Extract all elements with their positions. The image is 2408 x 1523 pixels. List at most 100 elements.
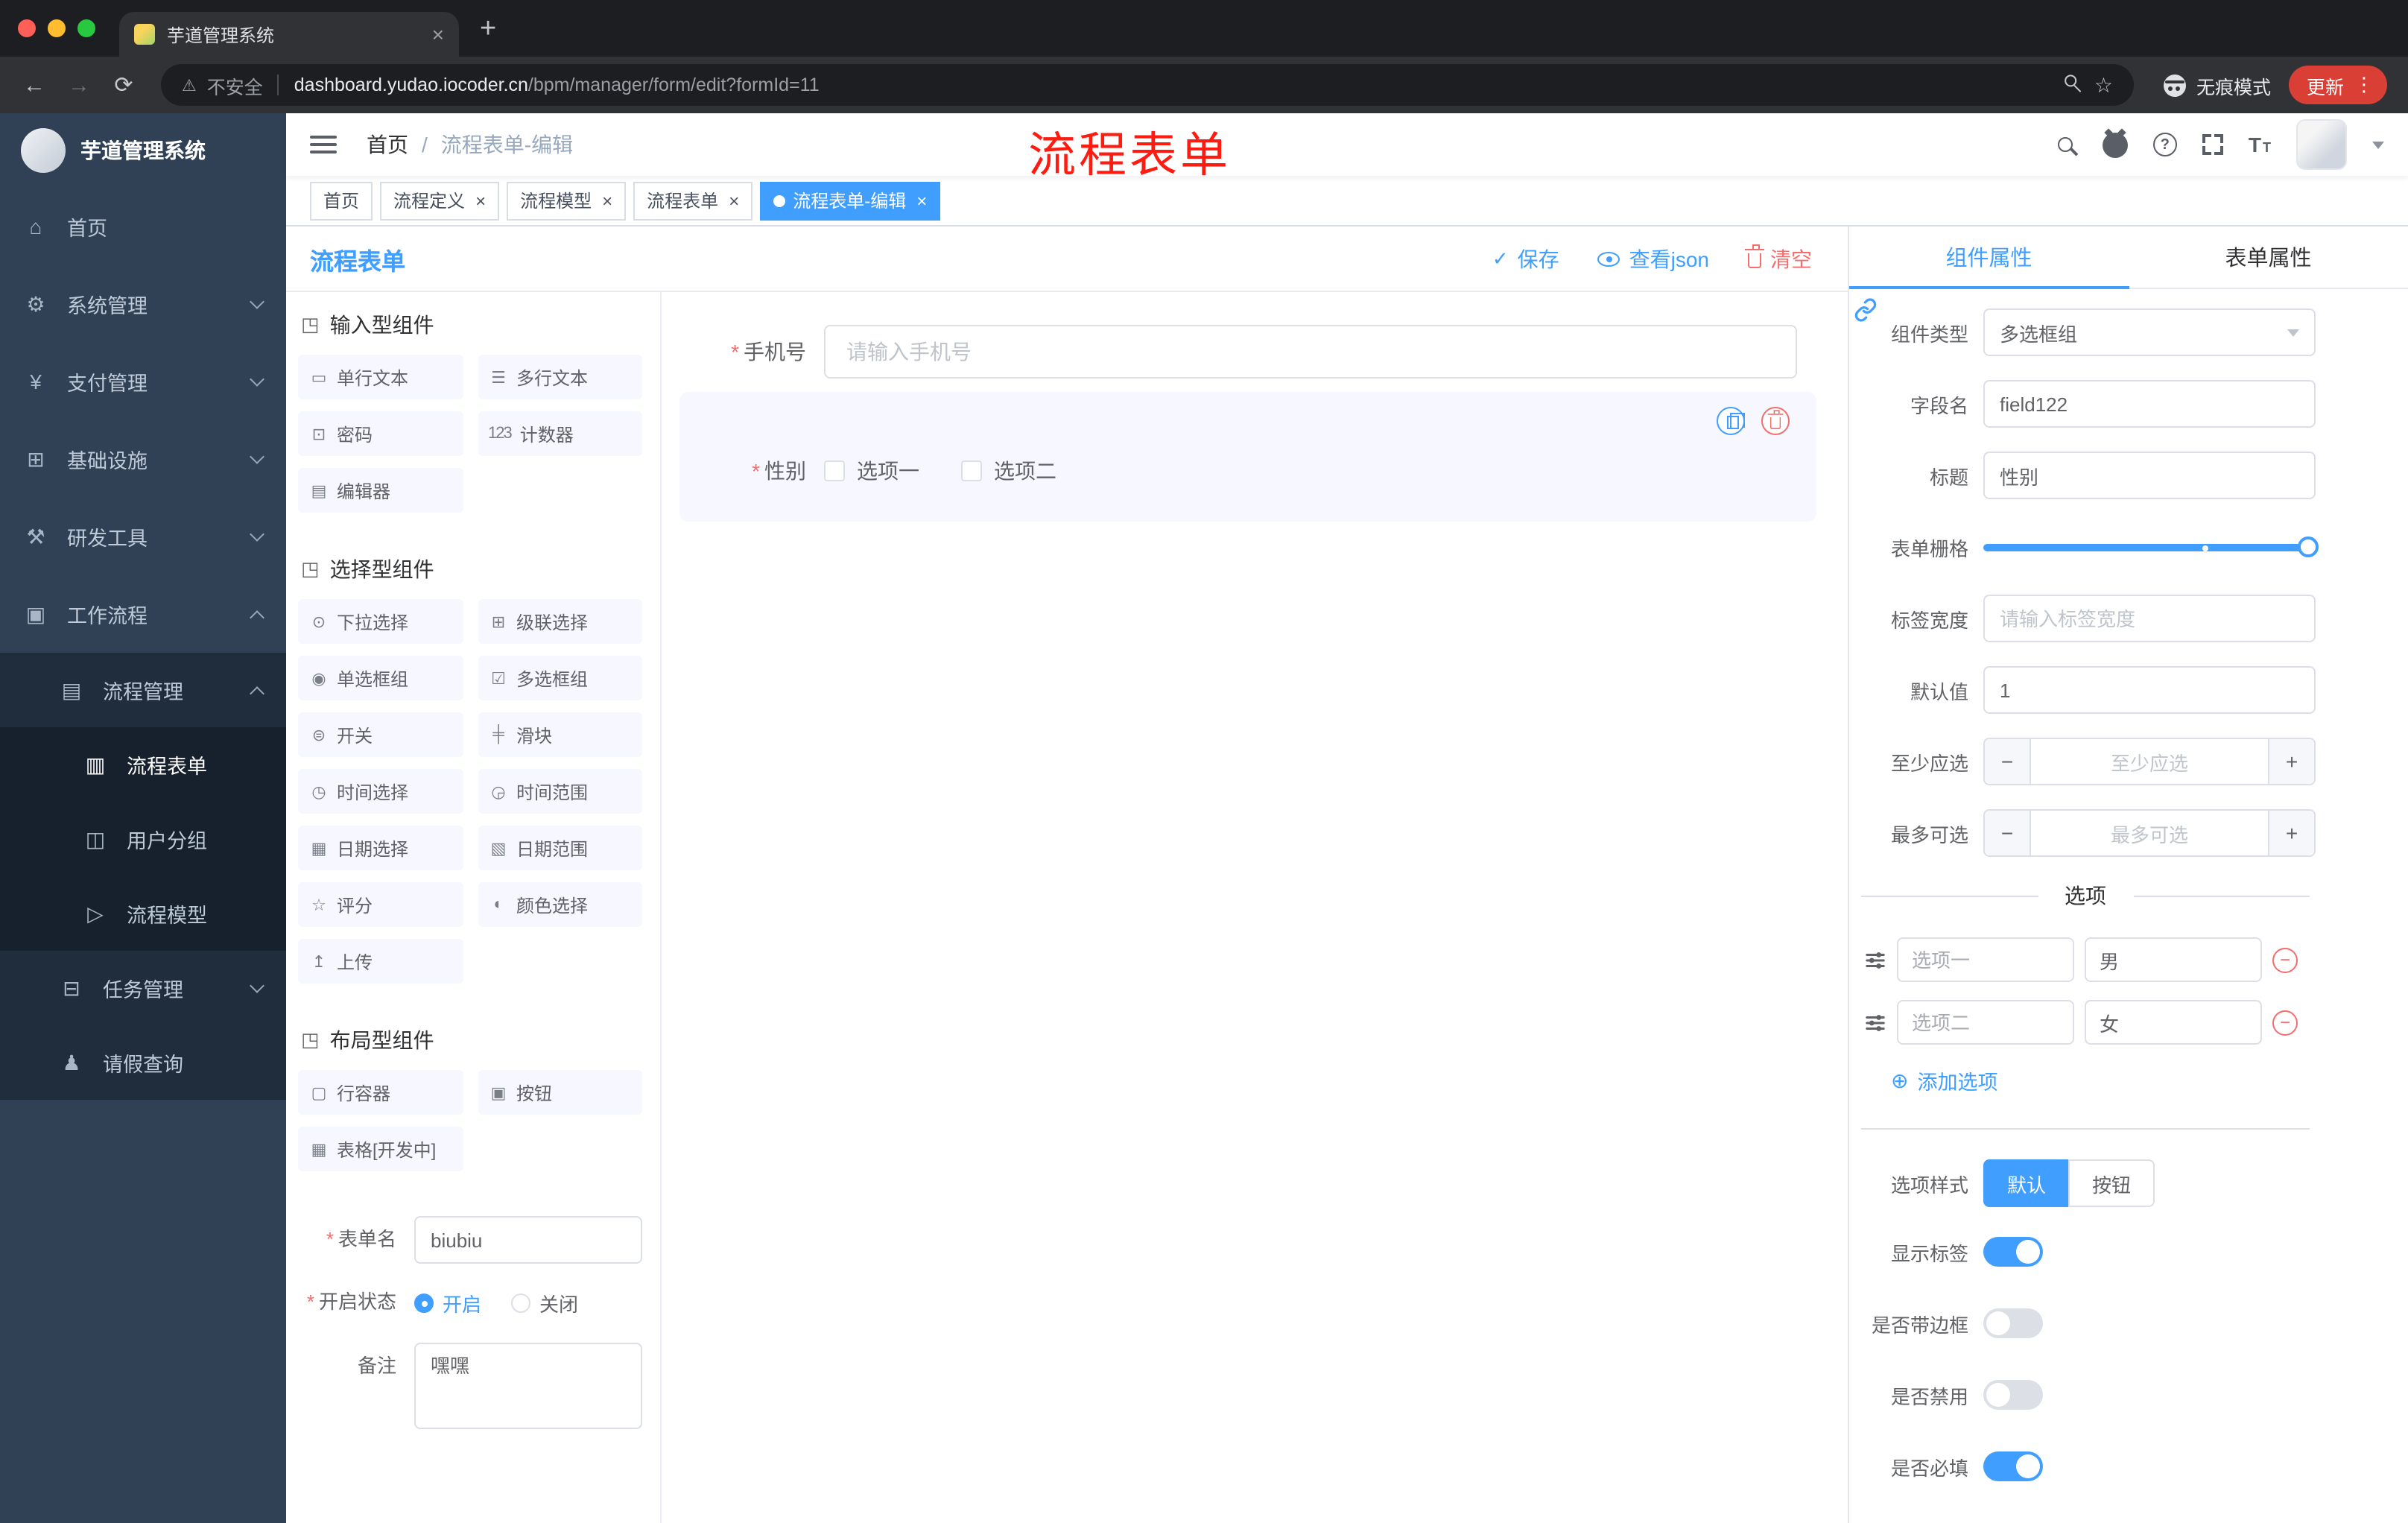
- browser-menu-icon[interactable]: ⋮: [2354, 73, 2374, 97]
- palette-item-button[interactable]: ▣ 按钮: [478, 1070, 642, 1115]
- remove-option-button[interactable]: −: [2272, 1010, 2298, 1035]
- palette-item-radio-group[interactable]: ◉ 单选框组: [298, 656, 463, 700]
- sidebar-item-home[interactable]: ⌂ 首页: [0, 188, 286, 265]
- sidebar-item-process-model[interactable]: ▷ 流程模型: [0, 876, 286, 951]
- tab-component-props[interactable]: 组件属性: [1849, 227, 2129, 289]
- palette-item-single-text[interactable]: ▭ 单行文本: [298, 355, 463, 399]
- breadcrumb-home[interactable]: 首页: [367, 130, 408, 159]
- palette-item-table[interactable]: ▦ 表格[开发中]: [298, 1127, 463, 1171]
- tag-home[interactable]: 首页: [310, 181, 373, 220]
- search-icon[interactable]: [2057, 137, 2073, 152]
- decrease-button[interactable]: −: [1985, 739, 2031, 784]
- required-switch[interactable]: [1983, 1451, 2043, 1481]
- field-name-input[interactable]: [1983, 380, 2316, 428]
- title-input[interactable]: [1983, 452, 2316, 499]
- option-1-label-input[interactable]: [1897, 937, 2074, 982]
- option-style-default[interactable]: 默认: [1983, 1159, 2069, 1207]
- close-window-button[interactable]: [18, 19, 36, 37]
- gender-field-row[interactable]: * 性别 选项一 选项二: [679, 444, 1796, 498]
- status-on-radio[interactable]: 开启: [414, 1289, 481, 1317]
- clear-button[interactable]: 清空: [1745, 244, 1812, 273]
- sidebar-item-dev-tools[interactable]: ⚒ 研发工具: [0, 498, 286, 575]
- palette-item-password[interactable]: ⊡ 密码: [298, 411, 463, 456]
- palette-item-time-picker[interactable]: ◷ 时间选择: [298, 769, 463, 814]
- zoom-window-button[interactable]: [77, 19, 95, 37]
- tag-close-icon[interactable]: ×: [475, 191, 486, 209]
- forward-button[interactable]: →: [60, 72, 98, 98]
- form-canvas[interactable]: *手机号 *性别 选项一 选项二: [662, 292, 1848, 1523]
- increase-button[interactable]: +: [2268, 811, 2314, 855]
- gender-option-2-checkbox[interactable]: 选项二: [961, 456, 1056, 486]
- min-count-stepper[interactable]: − 至少应选 +: [1983, 738, 2316, 785]
- github-icon[interactable]: [2102, 132, 2128, 157]
- sidebar-item-infrastructure[interactable]: ⊞ 基础设施: [0, 420, 286, 498]
- palette-item-rate[interactable]: ☆ 评分: [298, 882, 463, 927]
- palette-item-checkbox-group[interactable]: ☑ 多选框组: [478, 656, 642, 700]
- palette-item-editor[interactable]: ▤ 编辑器: [298, 468, 463, 513]
- sidebar-item-system-management[interactable]: ⚙ 系统管理: [0, 265, 286, 343]
- tab-close-icon[interactable]: ×: [432, 24, 444, 45]
- password-key-icon[interactable]: [2059, 70, 2088, 100]
- minimize-window-button[interactable]: [48, 19, 66, 37]
- update-button[interactable]: 更新 ⋮: [2288, 66, 2387, 104]
- increase-button[interactable]: +: [2268, 739, 2314, 784]
- gender-option-1-checkbox[interactable]: 选项一: [824, 456, 919, 486]
- tag-process-form[interactable]: 流程表单 ×: [633, 181, 753, 220]
- option-2-value-input[interactable]: [2085, 1000, 2262, 1045]
- palette-item-select[interactable]: ⊙ 下拉选择: [298, 599, 463, 644]
- sidebar-item-user-group[interactable]: ◫ 用户分组: [0, 802, 286, 876]
- form-grid-slider[interactable]: [1983, 523, 2319, 571]
- label-width-input[interactable]: [1983, 595, 2316, 642]
- fullscreen-icon[interactable]: [2202, 134, 2223, 155]
- remove-option-button[interactable]: −: [2272, 947, 2298, 972]
- palette-item-slider[interactable]: ╪ 滑块: [478, 712, 642, 757]
- browser-tab[interactable]: 芋道管理系统 ×: [119, 12, 459, 57]
- palette-item-upload[interactable]: ↥ 上传: [298, 939, 463, 984]
- sidebar-item-workflow[interactable]: ▣ 工作流程: [0, 575, 286, 653]
- copy-component-button[interactable]: [1717, 407, 1746, 435]
- sidebar-item-payment-management[interactable]: ¥ 支付管理: [0, 343, 286, 420]
- palette-item-switch[interactable]: ⊜ 开关: [298, 712, 463, 757]
- selected-component[interactable]: * 性别 选项一 选项二: [679, 392, 1816, 522]
- tag-close-icon[interactable]: ×: [916, 191, 927, 209]
- link-icon[interactable]: [1854, 298, 1878, 329]
- sidebar-item-process-form[interactable]: ▥ 流程表单: [0, 727, 286, 802]
- palette-item-date-range[interactable]: ▧ 日期范围: [478, 826, 642, 870]
- palette-item-date-picker[interactable]: ▦ 日期选择: [298, 826, 463, 870]
- font-size-icon[interactable]: TT: [2249, 134, 2271, 155]
- option-1-value-input[interactable]: [2085, 937, 2262, 982]
- new-tab-button[interactable]: +: [480, 14, 496, 42]
- palette-item-cascader[interactable]: ⊞ 级联选择: [478, 599, 642, 644]
- reload-button[interactable]: ⟳: [104, 72, 143, 98]
- decrease-button[interactable]: −: [1985, 811, 2031, 855]
- palette-item-multi-text[interactable]: ☰ 多行文本: [478, 355, 642, 399]
- status-off-radio[interactable]: 关闭: [511, 1289, 578, 1317]
- tag-process-form-edit[interactable]: 流程表单-编辑 ×: [760, 181, 941, 220]
- phone-field-row[interactable]: * 手机号: [679, 325, 1797, 379]
- default-value-input[interactable]: [1983, 666, 2316, 714]
- palette-item-color-picker[interactable]: ◐ 颜色选择: [478, 882, 642, 927]
- help-icon[interactable]: ?: [2152, 133, 2177, 156]
- bookmark-star-icon[interactable]: ☆: [2094, 72, 2113, 98]
- form-name-input[interactable]: [414, 1216, 642, 1264]
- delete-component-button[interactable]: [1761, 407, 1790, 435]
- palette-item-row-container[interactable]: ▢ 行容器: [298, 1070, 463, 1115]
- tab-form-props[interactable]: 表单属性: [2129, 227, 2408, 288]
- address-bar[interactable]: ⚠ 不安全 dashboard.yudao.iocoder.cn/bpm/man…: [161, 64, 2134, 106]
- tag-process-definition[interactable]: 流程定义 ×: [380, 181, 500, 220]
- option-2-label-input[interactable]: [1897, 1000, 2074, 1045]
- max-count-stepper[interactable]: − 最多可选 +: [1983, 809, 2316, 857]
- show-label-switch[interactable]: [1983, 1237, 2043, 1267]
- drag-handle-icon[interactable]: [1864, 949, 1886, 971]
- drag-handle-icon[interactable]: [1864, 1011, 1886, 1033]
- phone-input[interactable]: [824, 325, 1797, 379]
- border-switch[interactable]: [1983, 1308, 2043, 1338]
- sidebar-item-task-management[interactable]: ⊟ 任务管理: [0, 951, 286, 1025]
- save-button[interactable]: ✓ 保存: [1492, 244, 1559, 273]
- disabled-switch[interactable]: [1983, 1380, 2043, 1410]
- sidebar-item-leave-query[interactable]: ♟ 请假查询: [0, 1025, 286, 1100]
- back-button[interactable]: ←: [15, 72, 54, 98]
- option-style-button[interactable]: 按钮: [2068, 1159, 2155, 1207]
- remark-textarea[interactable]: 嘿嘿: [414, 1343, 642, 1429]
- palette-item-time-range[interactable]: ◶ 时间范围: [478, 769, 642, 814]
